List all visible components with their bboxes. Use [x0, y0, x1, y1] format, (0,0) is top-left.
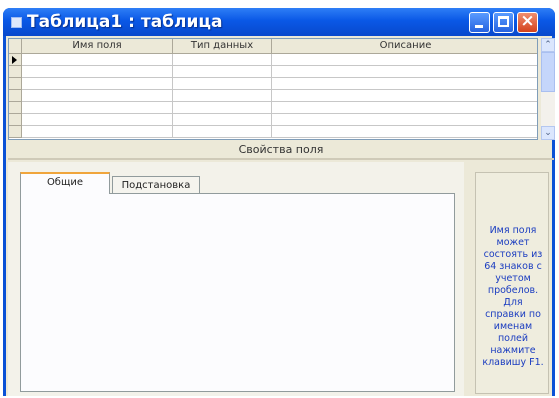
current-row-arrow-icon — [12, 56, 17, 64]
column-header-data-type[interactable]: Тип данных — [173, 39, 272, 54]
scroll-down-button[interactable]: ⌄ — [541, 126, 555, 140]
tab-general[interactable]: Общие — [20, 172, 110, 194]
field-grid: Имя поля Тип данных Описание — [8, 38, 538, 140]
help-text-line: пробелов. — [487, 285, 539, 296]
properties-pane: Общие Подстановка — [8, 162, 464, 396]
cell-field-name[interactable] — [22, 54, 173, 66]
cell-data-type[interactable] — [173, 126, 272, 138]
help-panel: Имя поля может состоять из 64 знаков с учето… — [475, 172, 549, 394]
help-text-line: нажмите — [490, 345, 536, 356]
cell-description[interactable] — [272, 126, 537, 138]
window-client: Имя поля Тип данных Описание ⌃ ⌄ Свойств… — [6, 36, 555, 396]
help-text-line: 64 знаков с — [484, 261, 542, 272]
help-text-line: может — [496, 237, 530, 248]
maximize-icon — [498, 16, 509, 27]
scroll-up-icon: ⌃ — [544, 40, 552, 50]
help-text-line: Для — [503, 297, 523, 308]
cell-description[interactable] — [272, 54, 537, 66]
row-selector[interactable] — [9, 66, 22, 78]
cell-description[interactable] — [272, 102, 537, 114]
cell-description[interactable] — [272, 114, 537, 126]
cell-field-name[interactable] — [22, 66, 173, 78]
minimize-button[interactable] — [469, 12, 490, 33]
row-selector[interactable] — [9, 78, 22, 90]
field-properties-caption: Свойства поля — [238, 143, 324, 156]
cell-data-type[interactable] — [173, 54, 272, 66]
row-selector[interactable] — [9, 126, 22, 138]
help-text-line: Имя поля — [489, 225, 537, 236]
column-header-description[interactable]: Описание — [272, 39, 537, 54]
help-text-line: учетом — [495, 273, 531, 284]
close-icon: × — [520, 11, 535, 31]
scroll-down-icon: ⌄ — [544, 128, 552, 138]
cell-field-name[interactable] — [22, 102, 173, 114]
help-text-line: именам — [493, 321, 533, 332]
row-selector[interactable] — [9, 114, 22, 126]
row-selector[interactable] — [9, 90, 22, 102]
row-selector-header — [9, 39, 22, 54]
column-header-field-name[interactable]: Имя поля — [22, 39, 173, 54]
cell-data-type[interactable] — [173, 66, 272, 78]
scroll-thumb[interactable] — [541, 52, 555, 92]
cell-data-type[interactable] — [173, 78, 272, 90]
row-selector[interactable] — [9, 102, 22, 114]
window-title: Таблица1 : таблица — [27, 12, 223, 32]
general-tab-page — [20, 193, 455, 392]
table-icon — [11, 17, 22, 28]
cell-field-name[interactable] — [22, 126, 173, 138]
pane-divider[interactable] — [8, 158, 554, 160]
help-text-line: полей — [497, 333, 529, 344]
help-text-line: состоять из — [483, 249, 543, 260]
grid-vertical-scrollbar[interactable]: ⌃ ⌄ — [541, 38, 555, 140]
title-bar[interactable]: Таблица1 : таблица × — [3, 8, 555, 36]
close-button[interactable]: × — [517, 11, 538, 33]
minimize-icon — [475, 25, 483, 28]
help-text: Имя поля может состоять из 64 знаков с учето… — [478, 225, 548, 369]
cell-description[interactable] — [272, 78, 537, 90]
cell-field-name[interactable] — [22, 114, 173, 126]
cell-data-type[interactable] — [173, 90, 272, 102]
cell-data-type[interactable] — [173, 114, 272, 126]
row-selector[interactable] — [9, 54, 22, 66]
cell-data-type[interactable] — [173, 102, 272, 114]
cell-description[interactable] — [272, 66, 537, 78]
cell-field-name[interactable] — [22, 78, 173, 90]
help-text-line: справки по — [485, 309, 541, 320]
help-text-line: клавишу F1. — [482, 357, 544, 368]
table-window: Таблица1 : таблица × Имя поля Тип данных… — [3, 8, 555, 396]
cell-field-name[interactable] — [22, 90, 173, 102]
cell-description[interactable] — [272, 90, 537, 102]
scroll-up-button[interactable]: ⌃ — [541, 38, 555, 52]
maximize-button[interactable] — [493, 12, 514, 33]
